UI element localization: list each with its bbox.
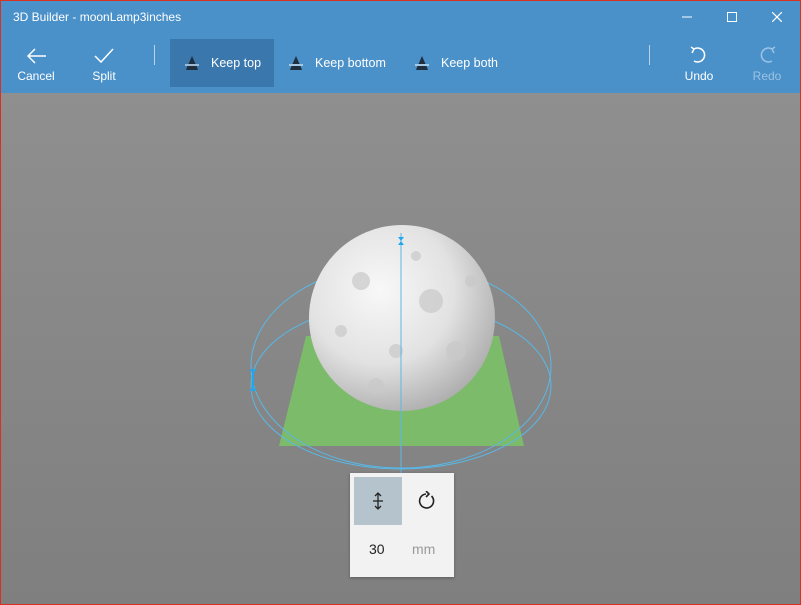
app-window: 3D Builder - moonLamp3inches Cancel Spli…: [0, 0, 801, 605]
keep-both-button[interactable]: Keep both: [400, 39, 510, 87]
keep-top-label: Keep top: [211, 56, 262, 70]
keep-bottom-icon: [289, 56, 303, 70]
undo-icon: [690, 46, 706, 63]
checkmark-icon: [94, 48, 114, 64]
keep-top-icon: [185, 56, 199, 70]
close-icon: [772, 12, 782, 22]
keep-top-button[interactable]: Keep top: [170, 39, 274, 87]
keep-both-label: Keep both: [441, 56, 498, 70]
toolbar: Cancel Split Keep top Keep bottom Keep b…: [1, 33, 800, 93]
window-title: 3D Builder - moonLamp3inches: [13, 10, 182, 24]
split-button[interactable]: Split: [79, 33, 129, 89]
title-bar: 3D Builder - moonLamp3inches: [1, 1, 800, 33]
move-tool-button[interactable]: [354, 477, 402, 525]
maximize-icon: [727, 12, 737, 22]
minimize-icon: [682, 16, 692, 18]
moon-model[interactable]: [309, 225, 495, 411]
keep-bottom-button[interactable]: Keep bottom: [274, 39, 397, 87]
undo-button[interactable]: Undo: [674, 33, 724, 89]
close-button[interactable]: [754, 1, 800, 33]
offset-unit: mm: [412, 541, 436, 557]
redo-label: Redo: [752, 69, 782, 83]
rotate-icon: [418, 491, 435, 509]
redo-icon: [760, 46, 776, 63]
cancel-button[interactable]: Cancel: [11, 33, 61, 89]
toolbar-separator: [154, 45, 155, 65]
undo-label: Undo: [684, 69, 714, 83]
back-arrow-icon: [26, 48, 46, 64]
cancel-label: Cancel: [17, 69, 55, 83]
keep-bottom-label: Keep bottom: [315, 56, 386, 70]
maximize-button[interactable]: [709, 1, 755, 33]
transform-panel: 30 mm: [350, 473, 454, 577]
split-label: Split: [92, 69, 116, 83]
move-icon: [373, 492, 383, 510]
redo-button[interactable]: Redo: [742, 33, 792, 89]
keep-both-icon: [415, 56, 429, 70]
offset-value[interactable]: 30: [369, 541, 385, 557]
rotate-tool-button[interactable]: [402, 477, 450, 525]
toolbar-separator: [649, 45, 650, 65]
minimize-button[interactable]: [664, 1, 710, 33]
